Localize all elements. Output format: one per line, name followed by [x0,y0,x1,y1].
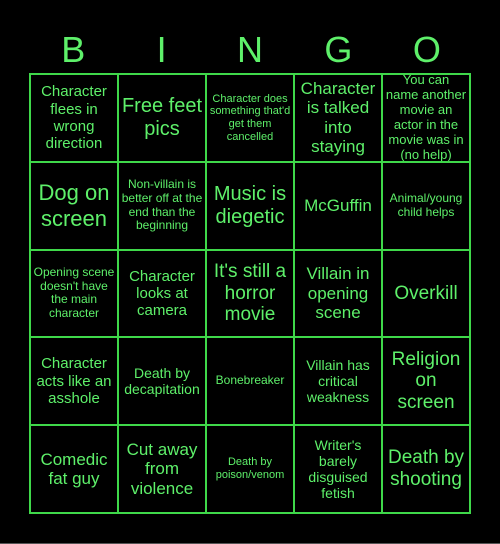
header-letter-o: O [412,29,441,70]
bingo-header: B I N G O [29,28,471,72]
bingo-cell[interactable]: Death by decapitation [118,337,206,426]
header-letter-i: I [156,29,167,70]
header-letter-b: B [61,29,86,70]
bingo-cell[interactable]: Villain in opening scene [294,249,382,338]
bingo-cell[interactable]: Animal/young child helps [382,161,470,250]
bingo-cell[interactable]: Non-villain is better off at the end tha… [118,161,206,250]
bingo-cell[interactable]: Free feet pics [118,74,206,162]
bingo-cell[interactable]: You can name another movie an actor in t… [382,74,470,162]
bingo-cell[interactable]: Religion on screen [382,337,470,426]
bingo-cell[interactable]: Death by shooting [382,425,470,513]
bingo-cell[interactable]: Overkill [382,249,470,338]
header-letter-g: G [324,29,353,70]
bingo-cell[interactable]: Writer's barely disguised fetish [294,425,382,513]
bingo-board: Character flees in wrong direction Free … [29,73,471,514]
bingo-cell[interactable]: McGuffin [294,161,382,250]
bingo-cell[interactable]: Character does something that'd get them… [206,74,294,162]
bingo-cell[interactable]: Villain has critical weakness [294,337,382,426]
bingo-cell[interactable]: Dog on screen [30,161,118,250]
header-letter-n: N [237,29,264,70]
bingo-cell[interactable]: Opening scene doesn't have the main char… [30,249,118,338]
bingo-cell[interactable]: Comedic fat guy [30,425,118,513]
bingo-cell[interactable]: Character flees in wrong direction [30,74,118,162]
bingo-cell[interactable]: Music is diegetic [206,161,294,250]
bingo-cell[interactable]: Character looks at camera [118,249,206,338]
bingo-cell[interactable]: Character acts like an asshole [30,337,118,426]
bingo-cell[interactable]: Death by poison/venom [206,425,294,513]
bingo-cell[interactable]: Cut away from violence [118,425,206,513]
bingo-cell[interactable]: Character is talked into staying [294,74,382,162]
bingo-cell[interactable]: Bonebreaker [206,337,294,426]
bingo-cell[interactable]: It's still a horror movie [206,249,294,338]
